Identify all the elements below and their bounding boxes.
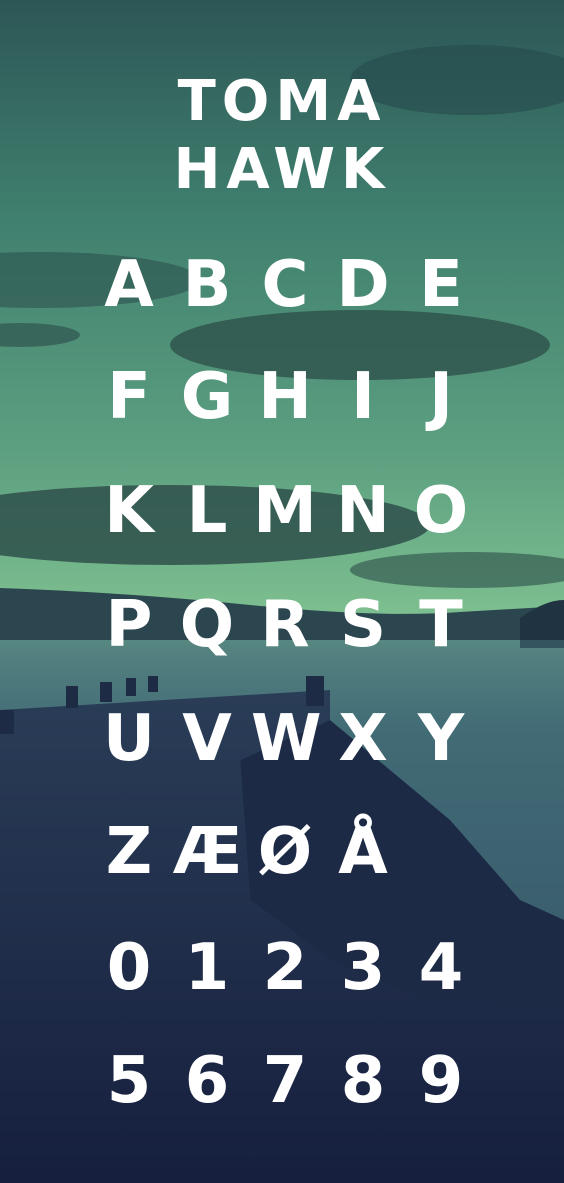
glyph-0: 0 bbox=[106, 931, 152, 1005]
glyph-D: D bbox=[336, 248, 390, 322]
glyph-A-ring: Å bbox=[338, 815, 388, 889]
glyph-J: J bbox=[429, 360, 453, 434]
glyph-K: K bbox=[104, 474, 154, 548]
glyph-M: M bbox=[253, 474, 317, 548]
glyph-row-f-j: F G H I J bbox=[95, 357, 475, 437]
glyph-5: 5 bbox=[106, 1044, 152, 1118]
glyph-F: F bbox=[107, 360, 151, 434]
title-line-2: HAWK bbox=[173, 137, 391, 202]
glyph-V: V bbox=[182, 702, 232, 776]
glyph-X: X bbox=[338, 702, 388, 776]
title-line-1: TOMA bbox=[177, 69, 387, 134]
glyph-H: H bbox=[258, 360, 312, 434]
glyph-row-5-9: 5 6 7 8 9 bbox=[95, 1041, 475, 1121]
glyph-9: 9 bbox=[418, 1044, 464, 1118]
glyph-T: T bbox=[419, 588, 463, 662]
glyph-N: N bbox=[336, 474, 390, 548]
glyph-Z: Z bbox=[105, 815, 153, 889]
glyph-row-a-e: A B C D E bbox=[95, 245, 475, 325]
glyph-C: C bbox=[261, 248, 309, 322]
glyph-AE: Æ bbox=[173, 815, 243, 889]
glyph-E: E bbox=[419, 248, 463, 322]
glyph-O: O bbox=[413, 474, 469, 548]
glyph-Q: Q bbox=[179, 588, 235, 662]
glyph-row-u-y: U V W X Y bbox=[95, 699, 475, 779]
glyph-8: 8 bbox=[340, 1044, 386, 1118]
glyph-W: W bbox=[251, 702, 322, 776]
glyph-1: 1 bbox=[184, 931, 230, 1005]
glyph-row-0-4: 0 1 2 3 4 bbox=[95, 928, 475, 1008]
glyph-row-nordic: Z Æ Ø Å bbox=[95, 812, 475, 892]
glyph-P: P bbox=[105, 588, 153, 662]
glyph-L: L bbox=[186, 474, 228, 548]
glyph-G: G bbox=[180, 360, 234, 434]
glyph-U: U bbox=[103, 702, 155, 776]
glyph-O-slash: Ø bbox=[257, 815, 313, 889]
glyph-B: B bbox=[182, 248, 232, 322]
glyph-4: 4 bbox=[418, 931, 464, 1005]
glyph-Y: Y bbox=[417, 702, 465, 776]
glyph-S: S bbox=[339, 588, 387, 662]
glyph-row-k-o: K L M N O bbox=[95, 471, 475, 551]
glyph-6: 6 bbox=[184, 1044, 230, 1118]
glyph-7: 7 bbox=[262, 1044, 308, 1118]
glyph-3: 3 bbox=[340, 931, 386, 1005]
glyph-I: I bbox=[351, 360, 375, 434]
glyph-2: 2 bbox=[262, 931, 308, 1005]
glyph-R: R bbox=[260, 588, 310, 662]
glyph-A: A bbox=[104, 248, 154, 322]
glyph-row-p-t: P Q R S T bbox=[95, 585, 475, 665]
